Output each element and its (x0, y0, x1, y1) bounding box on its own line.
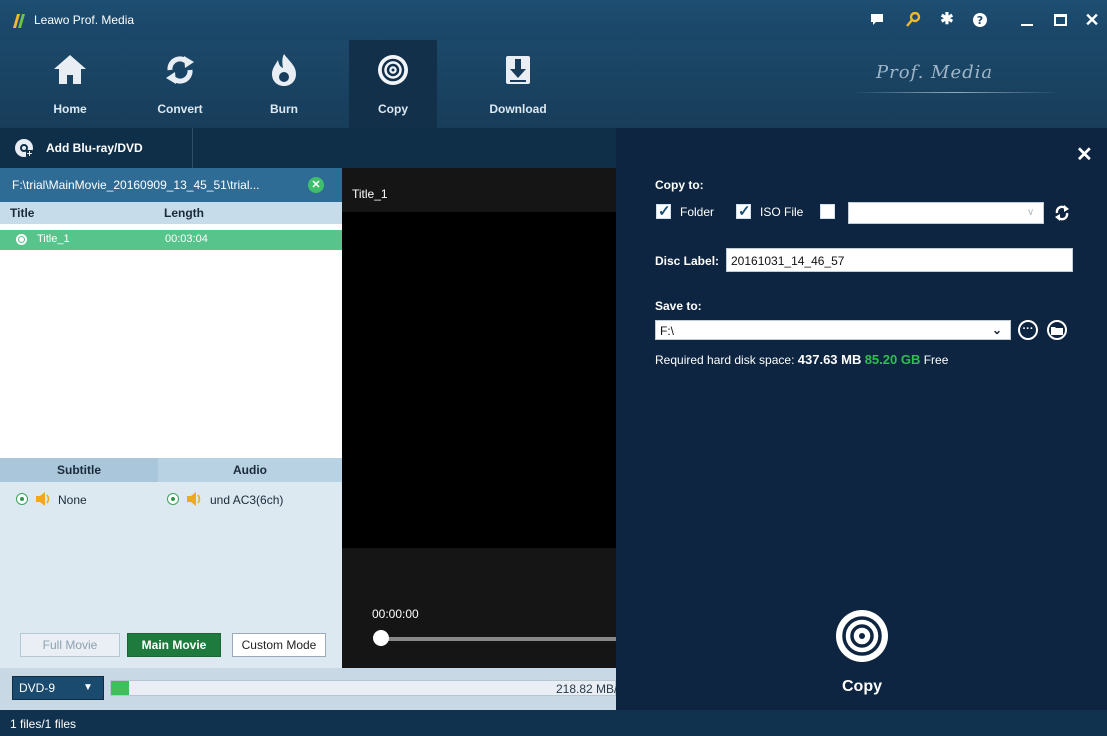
app-logo-icon (13, 14, 25, 28)
table-row[interactable]: Title_1 00:03:04 (0, 230, 342, 250)
copy-disc-icon (836, 610, 888, 662)
disk-space-free: 85.20 GB (864, 352, 921, 367)
disc-size-text: 218.82 MB/ (556, 682, 618, 696)
remove-file-icon[interactable]: ✕ (308, 177, 324, 193)
nav-burn-label: Burn (270, 102, 298, 116)
save-to-select[interactable]: F:\ ⌄ (655, 320, 1011, 340)
chevron-down-icon: ∨ (1027, 207, 1035, 218)
video-title: Title_1 (352, 187, 388, 201)
nav-copy-label: Copy (378, 102, 408, 116)
copy-button[interactable]: Copy (830, 608, 894, 704)
disc-type-select[interactable]: DVD-9 ▼ (12, 676, 104, 700)
maximize-icon[interactable] (1050, 10, 1072, 30)
burn-icon (272, 54, 296, 86)
disc-label-label: Disc Label: (655, 254, 720, 268)
close-icon[interactable]: ✕ (1081, 10, 1103, 30)
title-radio[interactable] (16, 234, 27, 245)
subtitle-value[interactable]: None (58, 493, 87, 507)
refresh-icon[interactable] (1054, 204, 1070, 222)
audio-value[interactable]: und AC3(6ch) (210, 493, 283, 507)
nav-convert-label: Convert (157, 102, 203, 116)
disc-label-input[interactable]: 20161031_14_46_57 (726, 248, 1073, 272)
open-folder-icon[interactable] (1047, 320, 1067, 340)
length-column-header: Length (164, 206, 204, 220)
home-icon (54, 55, 86, 84)
playback-time: 00:00:00 (372, 607, 419, 621)
subtitle-header: Subtitle (57, 463, 101, 477)
main-movie-button[interactable]: Main Movie (127, 633, 221, 657)
nav-home-label: Home (53, 102, 87, 116)
title-bar: Leawo Prof. Media ✱ ? ✕ (0, 0, 1107, 40)
help-icon[interactable]: ? (969, 10, 991, 30)
audio-header: Audio (233, 463, 267, 477)
speaker-icon (187, 492, 201, 506)
settings-icon[interactable]: ✱ (936, 10, 958, 30)
disk-space-suffix: Free (923, 353, 949, 367)
disc-checkbox[interactable] (820, 204, 835, 219)
title-column-header: Title (10, 206, 35, 220)
svg-text:+: + (26, 149, 33, 158)
brand-underline (850, 92, 1060, 93)
title-list (0, 224, 342, 458)
app-title: Leawo Prof. Media (34, 13, 135, 27)
custom-mode-button[interactable]: Custom Mode (232, 633, 326, 657)
download-icon (506, 56, 530, 84)
save-to-label: Save to: (655, 299, 702, 313)
convert-icon (166, 56, 194, 84)
add-disc-icon[interactable]: + (14, 138, 34, 158)
chevron-down-icon: ⌄ (992, 323, 1003, 337)
audio-radio[interactable] (167, 493, 179, 505)
copy-to-label: Copy to: (655, 178, 704, 192)
nav-convert[interactable]: Convert (136, 40, 224, 128)
status-bar (0, 710, 1107, 736)
disc-drive-select[interactable]: ∨ (848, 202, 1044, 224)
title-name: Title_1 (37, 233, 70, 245)
full-movie-button[interactable]: Full Movie (20, 633, 120, 657)
disc-type-value: DVD-9 (19, 681, 56, 695)
status-text: 1 files/1 files (10, 717, 77, 731)
chevron-down-icon: ▼ (83, 682, 93, 693)
track-header: Subtitle Audio (0, 458, 342, 482)
seek-bar[interactable] (382, 637, 616, 641)
main-toolbar: Home Convert Burn Copy Download Prof. Me… (0, 40, 1107, 128)
disk-space-prefix: Required hard disk space: (655, 353, 795, 367)
close-panel-icon[interactable]: ✕ (1076, 142, 1093, 167)
iso-label: ISO File (760, 205, 804, 219)
title-length: 00:03:04 (165, 233, 208, 245)
copy-button-label: Copy (842, 678, 882, 695)
disk-space-line: Required hard disk space: 437.63 MB 85.2… (655, 352, 948, 367)
iso-checkbox[interactable] (736, 202, 751, 220)
nav-copy[interactable]: Copy (349, 40, 437, 128)
nav-download-label: Download (489, 102, 547, 116)
disk-space-required: 437.63 MB (797, 352, 862, 367)
source-file-header: F:\trial\MainMovie_20160909_13_45_51\tri… (0, 168, 342, 202)
minimize-icon[interactable] (1016, 10, 1038, 30)
svg-text:?: ? (977, 14, 983, 27)
nav-home[interactable]: Home (26, 40, 114, 128)
folder-label: Folder (680, 205, 715, 219)
source-file-path: F:\trial\MainMovie_20160909_13_45_51\tri… (12, 178, 260, 192)
title-list-header: Title Length (0, 202, 342, 224)
add-disc-button[interactable]: Add Blu-ray/DVD (46, 141, 143, 155)
browse-icon[interactable]: ··· (1018, 320, 1038, 340)
seek-handle[interactable] (373, 630, 389, 646)
nav-download[interactable]: Download (474, 40, 562, 128)
brand-logo: Prof. Media (876, 62, 994, 83)
feedback-icon[interactable] (866, 10, 888, 30)
disc-label-value: 20161031_14_46_57 (731, 254, 845, 268)
nav-burn[interactable]: Burn (240, 40, 328, 128)
disc-size-bar (110, 680, 616, 696)
subtitle-radio[interactable] (16, 493, 28, 505)
save-to-value: F:\ (660, 324, 674, 338)
key-icon[interactable] (902, 10, 924, 30)
speaker-icon (36, 492, 50, 506)
disc-size-fill (111, 681, 129, 695)
folder-checkbox[interactable] (656, 202, 671, 220)
copy-icon (378, 55, 408, 85)
subbar-divider (192, 128, 193, 168)
